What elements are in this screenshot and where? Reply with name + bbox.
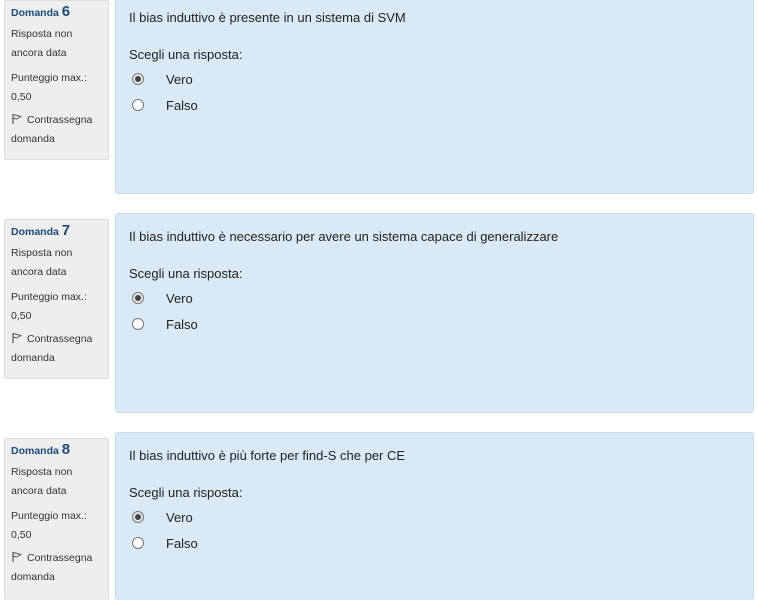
question-info-8: Domanda 8 Risposta non ancora data Punte… <box>4 438 109 600</box>
flag-label-line2: domanda <box>11 571 55 583</box>
flag-label-line1: Contrassegna <box>27 333 93 345</box>
points-value: 0,50 <box>11 529 32 541</box>
answer-status-line2: ancora data <box>11 485 67 497</box>
question-info-7: Domanda 7 Risposta non ancora data Punte… <box>4 219 109 379</box>
option-label[interactable]: Vero <box>166 510 193 525</box>
points-value: 0,50 <box>11 310 32 322</box>
option-label[interactable]: Falso <box>166 317 198 332</box>
flag-icon <box>12 552 22 562</box>
question-content-6: Il bias induttivo è presente in un siste… <box>115 0 754 194</box>
radio-vero[interactable] <box>132 292 144 304</box>
answer-status-line1: Risposta non <box>11 466 73 478</box>
option-label[interactable]: Vero <box>166 291 193 306</box>
radio-vero[interactable] <box>132 73 144 85</box>
question-label: Domanda <box>11 445 59 457</box>
question-number-6: Domanda 6 <box>11 0 102 25</box>
question-text: Il bias induttivo è più forte per find-S… <box>129 448 406 463</box>
question-content-7: Il bias induttivo è necessario per avere… <box>115 213 754 413</box>
points-label: Punteggio max.: <box>11 72 87 84</box>
flag-label-line1: Contrassegna <box>27 114 93 126</box>
question-text: Il bias induttivo è necessario per avere… <box>129 229 559 244</box>
radio-falso[interactable] <box>132 99 144 111</box>
points-label: Punteggio max.: <box>11 291 87 303</box>
question-label: Domanda <box>11 226 59 238</box>
radio-falso[interactable] <box>132 537 144 549</box>
answer-status-line2: ancora data <box>11 266 67 278</box>
question-number-value: 8 <box>61 441 71 458</box>
flag-question-button[interactable]: Contrassegna <box>11 111 102 130</box>
points-label: Punteggio max.: <box>11 510 87 522</box>
option-label[interactable]: Vero <box>166 72 193 87</box>
question-info-6: Domanda 6 Risposta non ancora data Punte… <box>4 0 109 160</box>
option-label[interactable]: Falso <box>166 536 198 551</box>
points-value: 0,50 <box>11 91 32 103</box>
answer-prompt: Scegli una risposta: <box>129 266 243 281</box>
flag-question-button[interactable]: Contrassegna <box>11 549 102 568</box>
question-content-8: Il bias induttivo è più forte per find-S… <box>115 432 754 600</box>
question-text: Il bias induttivo è presente in un siste… <box>129 10 406 25</box>
question-number-value: 7 <box>61 222 71 239</box>
flag-label-line1: Contrassegna <box>27 552 93 564</box>
flag-label-line2: domanda <box>11 133 55 145</box>
flag-icon <box>12 114 22 124</box>
answer-status-line2: ancora data <box>11 47 67 59</box>
option-label[interactable]: Falso <box>166 98 198 113</box>
question-number-7: Domanda 7 <box>11 218 102 244</box>
radio-vero[interactable] <box>132 511 144 523</box>
flag-label-line2: domanda <box>11 352 55 364</box>
flag-icon <box>12 333 22 343</box>
answer-status-line1: Risposta non <box>11 28 73 40</box>
question-number-value: 6 <box>61 3 71 20</box>
flag-question-button[interactable]: Contrassegna <box>11 330 102 349</box>
question-number-8: Domanda 8 <box>11 437 102 463</box>
radio-falso[interactable] <box>132 318 144 330</box>
answer-prompt: Scegli una risposta: <box>129 485 243 500</box>
answer-prompt: Scegli una risposta: <box>129 47 243 62</box>
question-label: Domanda <box>11 7 59 19</box>
answer-status-line1: Risposta non <box>11 247 73 259</box>
